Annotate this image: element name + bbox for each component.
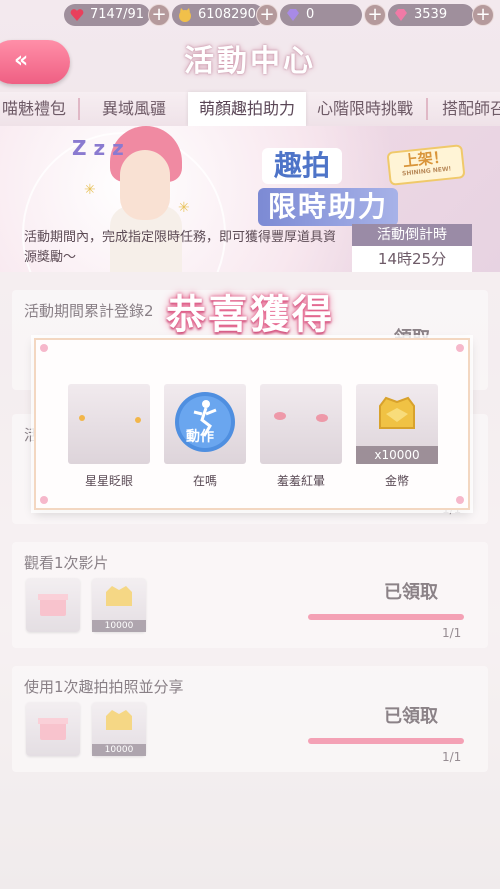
add-stamina-button[interactable]: + [148, 4, 170, 26]
reward-name: 在嗎 [192, 474, 217, 488]
promo-subtitle: 限時助力 [258, 188, 398, 226]
corner-ornament [40, 344, 48, 352]
countdown-label: 活動倒計時 [352, 224, 472, 246]
cat-coin-icon [179, 8, 191, 22]
reward-item[interactable] [260, 384, 342, 464]
reward-name: 星星眨眼 [84, 474, 133, 488]
reward-quantity: x10000 [356, 446, 438, 464]
countdown-value: 14時25分 [352, 246, 472, 272]
resource-bar: 7147/91 + 6108290 + 0 + 3539 + [60, 2, 498, 28]
tab-cat-gift[interactable]: 喵魅禮包 [0, 92, 74, 126]
event-banner: Z z z ✳ ✳ 趣拍 限時助力 上架！ SHINING NEW! 活動期間內… [0, 126, 500, 272]
action-icon [175, 392, 235, 452]
corner-ornament [456, 344, 464, 352]
corner-ornament [40, 496, 48, 504]
reward-item[interactable] [68, 384, 150, 464]
sparkle-icon: ✳ [84, 182, 96, 198]
reward-popup: 星星眨眼 動作 在嗎 羞羞紅暈 x10000 金幣 [34, 338, 470, 510]
tab-bar: 喵魅禮包 異域風疆 萌顏趣拍助力 心階限時挑戰 搭配師召 [0, 92, 500, 126]
character-face [120, 150, 170, 220]
diamond-counter: 0 [280, 4, 362, 26]
tab-stylist[interactable]: 搭配師召 [434, 92, 500, 126]
back-arrow-icon: « [14, 48, 29, 73]
new-tag: 上架！ SHINING NEW! [386, 144, 466, 186]
pink-diamond-icon [395, 9, 407, 21]
sparkle-icon: ✳ [178, 200, 190, 216]
popup-title: 恭喜獲得 [166, 292, 334, 338]
reward-name: 金幣 [384, 474, 409, 488]
reward-item[interactable]: 動作 [164, 384, 246, 464]
tab-exotic[interactable]: 異域風疆 [86, 92, 182, 126]
add-diamond-button[interactable]: + [364, 4, 386, 26]
reward-item[interactable]: x10000 [356, 384, 438, 464]
add-pink-diamond-button[interactable]: + [472, 4, 494, 26]
pink-diamond-counter: 3539 [388, 4, 474, 26]
blush-icon [274, 412, 328, 422]
gold-counter: 6108290 [172, 4, 264, 26]
tab-heart-challenge[interactable]: 心階限時挑戰 [306, 92, 424, 126]
star-wink-icon [79, 415, 141, 423]
gold-coin-icon [379, 396, 415, 429]
promo-title: 趣拍 [262, 148, 342, 184]
diamond-icon [287, 9, 299, 21]
action-label: 動作 [186, 429, 214, 445]
sleep-icon: Z z z [72, 136, 124, 160]
reward-name: 羞羞紅暈 [276, 474, 325, 488]
heart-icon [70, 9, 84, 21]
page-title: 活動中心 [184, 44, 316, 79]
tab-divider [78, 98, 80, 120]
corner-ornament [456, 496, 464, 504]
tab-photo-boost[interactable]: 萌顏趣拍助力 [188, 92, 306, 126]
tab-divider [426, 98, 428, 120]
event-description: 活動期間內，完成指定限時任務，即可獲得豐厚道具資源獎勵～ [24, 230, 337, 265]
back-button[interactable]: « [0, 40, 70, 84]
add-gold-button[interactable]: + [256, 4, 278, 26]
stamina-counter: 7147/91 [64, 4, 150, 26]
